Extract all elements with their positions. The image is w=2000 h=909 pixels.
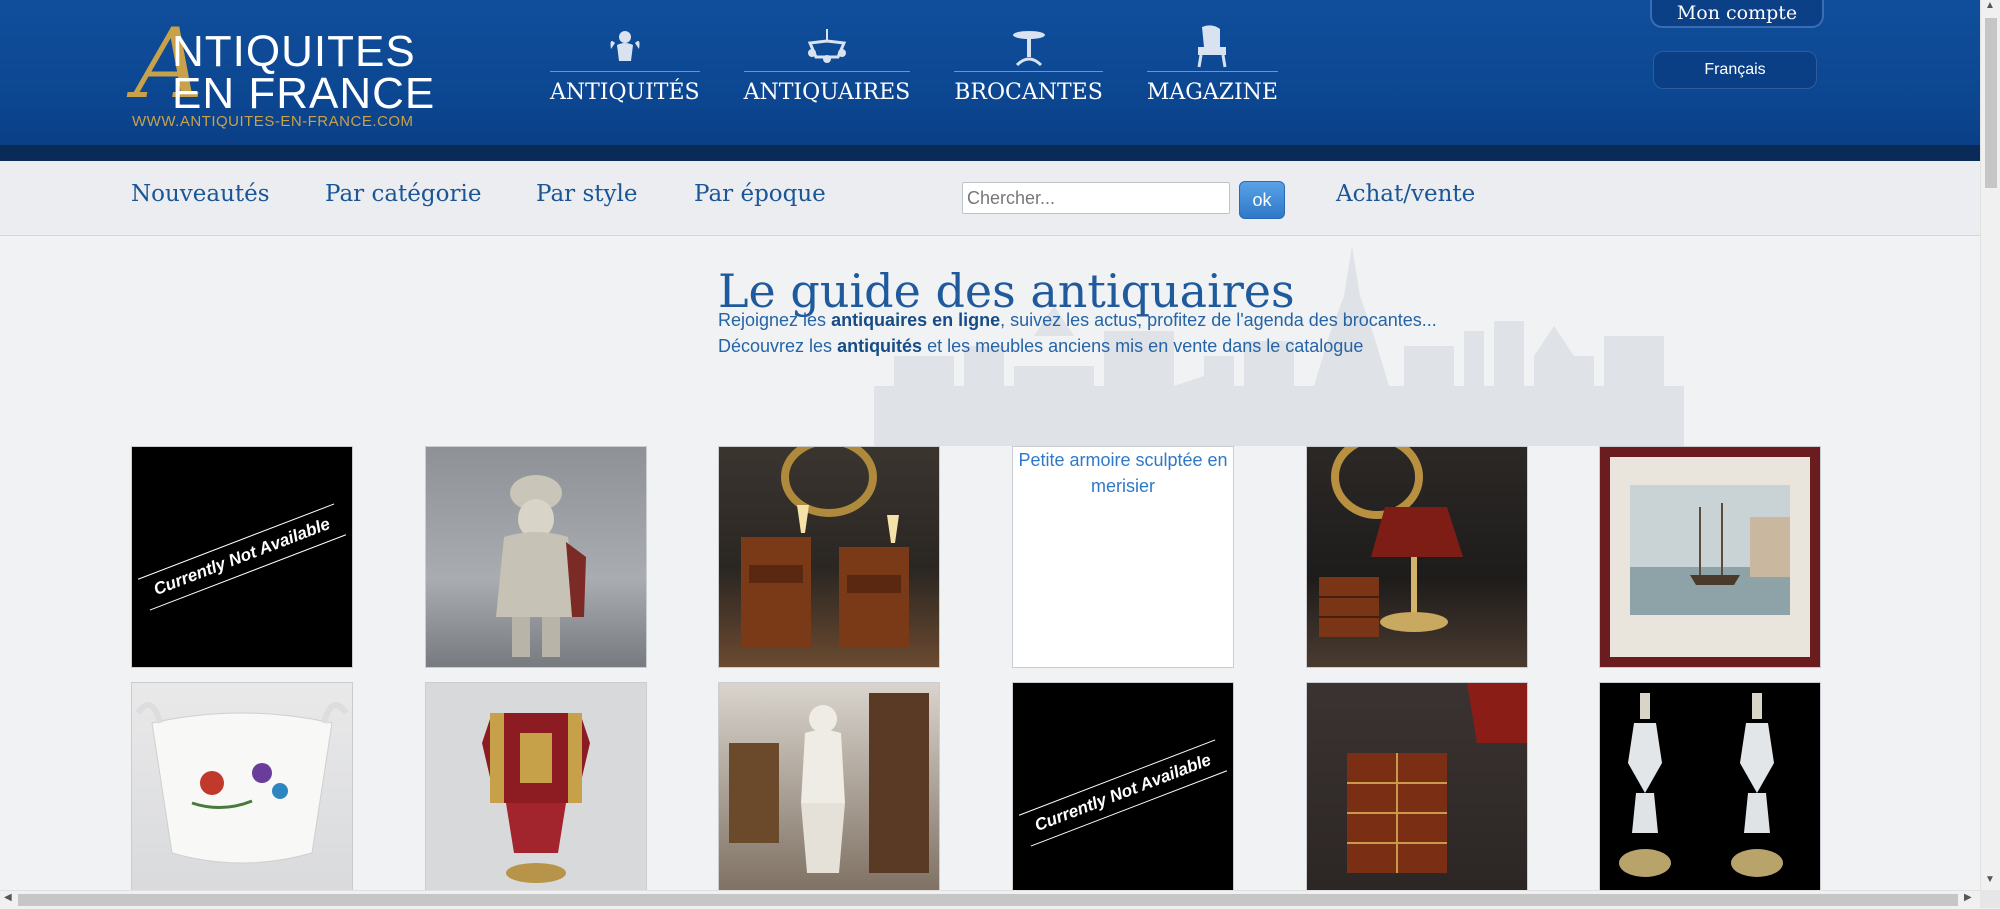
product-image <box>1347 683 1527 873</box>
intro-text: Rejoignez les <box>718 310 832 330</box>
product-tile[interactable] <box>1599 682 1821 904</box>
pedestal-table-icon <box>1009 25 1049 69</box>
vertical-scroll-thumb[interactable] <box>1985 18 1997 188</box>
product-image <box>1319 447 1463 637</box>
link-par-style[interactable]: Par style <box>536 181 637 207</box>
product-image <box>135 702 349 864</box>
nav-brocantes[interactable]: BROCANTES <box>954 25 1103 104</box>
product-tile[interactable] <box>131 682 353 904</box>
secondary-nav: Nouveautés Par catégorie Par style Par é… <box>0 161 1980 236</box>
nav-label: ANTIQUAIRES <box>743 80 911 105</box>
product-image <box>729 693 929 873</box>
product-tile[interactable] <box>425 682 647 904</box>
product-tile[interactable] <box>1306 682 1528 904</box>
horizontal-scroll-thumb[interactable] <box>18 894 1958 906</box>
language-label: Français <box>1704 61 1766 78</box>
intro-text: , suivez les actus, profitez de l'agenda… <box>1000 310 1437 330</box>
nav-antiquites[interactable]: ANTIQUITÉS <box>550 25 700 104</box>
product-tile[interactable] <box>1599 446 1821 668</box>
logo-line1: NTIQUITES <box>172 27 416 76</box>
product-tile[interactable]: Currently Not Available <box>131 446 353 668</box>
product-tile[interactable] <box>425 446 647 668</box>
intro-line1: Rejoignez les antiquaires en ligne, suiv… <box>718 310 1437 331</box>
account-button[interactable]: Mon compte <box>1650 0 1824 28</box>
intro-text: et les meubles anciens mis en vente dans… <box>922 336 1364 356</box>
link-par-epoque[interactable]: Par époque <box>694 181 826 207</box>
product-image <box>741 447 909 647</box>
horizontal-scrollbar[interactable]: ◀ ▶ <box>0 890 1980 909</box>
product-image <box>496 475 586 657</box>
armchair-icon <box>1194 25 1230 69</box>
account-label: Mon compte <box>1676 2 1798 24</box>
product-image <box>482 713 590 883</box>
search-input[interactable] <box>962 182 1230 214</box>
nav-label: BROCANTES <box>954 80 1103 105</box>
product-tile[interactable] <box>718 682 940 904</box>
intro-text: Découvrez les <box>718 336 838 356</box>
cherub-icon <box>605 25 645 69</box>
logo-url: WWW.ANTIQUITES-EN-FRANCE.COM <box>132 113 414 130</box>
broken-image-alt: Petite armoire sculptée en merisier <box>1018 450 1228 496</box>
site-logo[interactable]: A NTIQUITES EN FRANCE WWW.ANTIQUITES-EN-… <box>130 16 450 132</box>
language-select[interactable]: Français <box>1653 51 1817 89</box>
intro-link[interactable]: antiquaires en ligne <box>831 310 1000 330</box>
not-available-label: Currently Not Available <box>137 503 347 611</box>
scrollbar-corner <box>1980 890 2000 908</box>
product-image <box>1619 693 1783 877</box>
vertical-scrollbar[interactable]: ▲ ▼ <box>1980 0 2000 890</box>
chandelier-icon <box>804 25 850 69</box>
link-nouveautes[interactable]: Nouveautés <box>131 181 270 207</box>
product-tile[interactable] <box>718 446 940 668</box>
nav-magazine[interactable]: MAGAZINE <box>1146 25 1278 105</box>
link-achat-vente[interactable]: Achat/vente <box>1336 181 1475 207</box>
product-image <box>1610 457 1810 657</box>
product-tile[interactable]: Petite armoire sculptée en merisier <box>1012 446 1234 668</box>
intro-line2: Découvrez les antiquités et les meubles … <box>718 336 1363 357</box>
not-available-label: Currently Not Available <box>1018 739 1228 847</box>
intro-link[interactable]: antiquités <box>837 336 922 356</box>
search-ok-button[interactable]: ok <box>1239 181 1285 219</box>
nav-label: ANTIQUITÉS <box>550 80 700 105</box>
link-par-categorie[interactable]: Par catégorie <box>325 181 481 207</box>
scroll-down-icon[interactable]: ▼ <box>1985 874 1995 885</box>
nav-label: MAGAZINE <box>1146 80 1278 105</box>
scroll-right-icon[interactable]: ▶ <box>1964 892 1972 903</box>
header-divider <box>0 145 1980 161</box>
site-header: A NTIQUITES EN FRANCE WWW.ANTIQUITES-EN-… <box>0 0 1980 145</box>
main-content: Le guide des antiquaires Rejoignez les a… <box>0 236 1980 904</box>
product-tile[interactable]: Currently Not Available <box>1012 682 1234 904</box>
product-tile[interactable] <box>1306 446 1528 668</box>
scroll-left-icon[interactable]: ◀ <box>4 892 12 903</box>
main-nav: ANTIQUITÉS ANTIQUAIRES BROCANTES MAGAZIN… <box>550 25 1322 104</box>
nav-antiquaires[interactable]: ANTIQUAIRES <box>743 25 911 105</box>
logo-line2: EN FRANCE <box>172 69 436 118</box>
scroll-up-icon[interactable]: ▲ <box>1985 0 1995 11</box>
